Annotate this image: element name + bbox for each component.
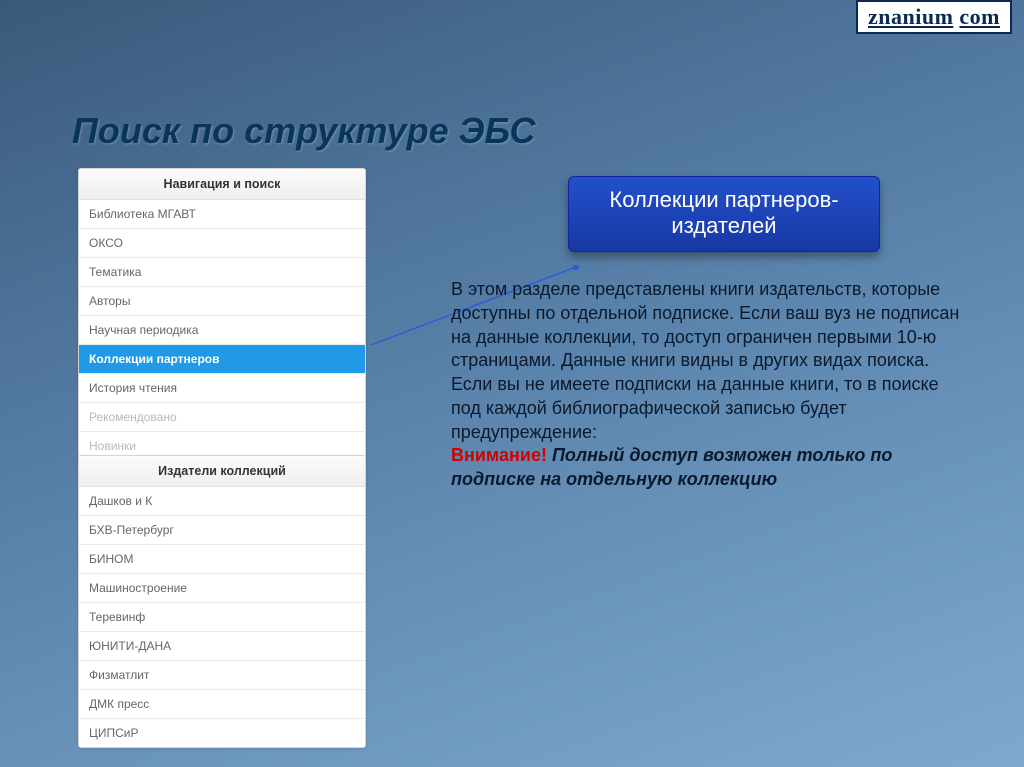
brand-logo: znanium com — [856, 0, 1012, 34]
warning-label: Внимание! — [451, 445, 547, 465]
navigation-panel: Навигация и поиск Библиотека МГАВТ ОКСО … — [78, 168, 366, 461]
page-title: Поиск по структуре ЭБС — [72, 110, 536, 152]
logo-word-b: com — [959, 4, 1000, 29]
description-block: В этом разделе представлены книги издате… — [451, 278, 971, 492]
publisher-item[interactable]: Дашков и К — [79, 487, 365, 516]
section-badge: Коллекции партнеров-издателей — [568, 176, 880, 252]
nav-item[interactable]: Тематика — [79, 258, 365, 287]
nav-item-selected[interactable]: Коллекции партнеров — [79, 345, 365, 374]
nav-item[interactable]: ОКСО — [79, 229, 365, 258]
publishers-panel-header: Издатели коллекций — [79, 456, 365, 487]
nav-item[interactable]: Рекомендовано — [79, 403, 365, 432]
publisher-item[interactable]: ДМК пресс — [79, 690, 365, 719]
logo-word-a: znanium — [868, 4, 953, 29]
publisher-item[interactable]: ЮНИТИ-ДАНА — [79, 632, 365, 661]
publisher-item[interactable]: БХВ-Петербург — [79, 516, 365, 545]
publisher-item[interactable]: Теревинф — [79, 603, 365, 632]
nav-item[interactable]: История чтения — [79, 374, 365, 403]
nav-item[interactable]: Авторы — [79, 287, 365, 316]
publisher-item[interactable]: Машиностроение — [79, 574, 365, 603]
nav-item[interactable]: Библиотека МГАВТ — [79, 200, 365, 229]
publisher-item[interactable]: БИНОМ — [79, 545, 365, 574]
publishers-panel: Издатели коллекций Дашков и К БХВ-Петерб… — [78, 455, 366, 748]
publisher-item[interactable]: ЦИПСиР — [79, 719, 365, 747]
nav-panel-header: Навигация и поиск — [79, 169, 365, 200]
nav-item[interactable]: Научная периодика — [79, 316, 365, 345]
publisher-item[interactable]: Физматлит — [79, 661, 365, 690]
description-body: В этом разделе представлены книги издате… — [451, 279, 959, 442]
